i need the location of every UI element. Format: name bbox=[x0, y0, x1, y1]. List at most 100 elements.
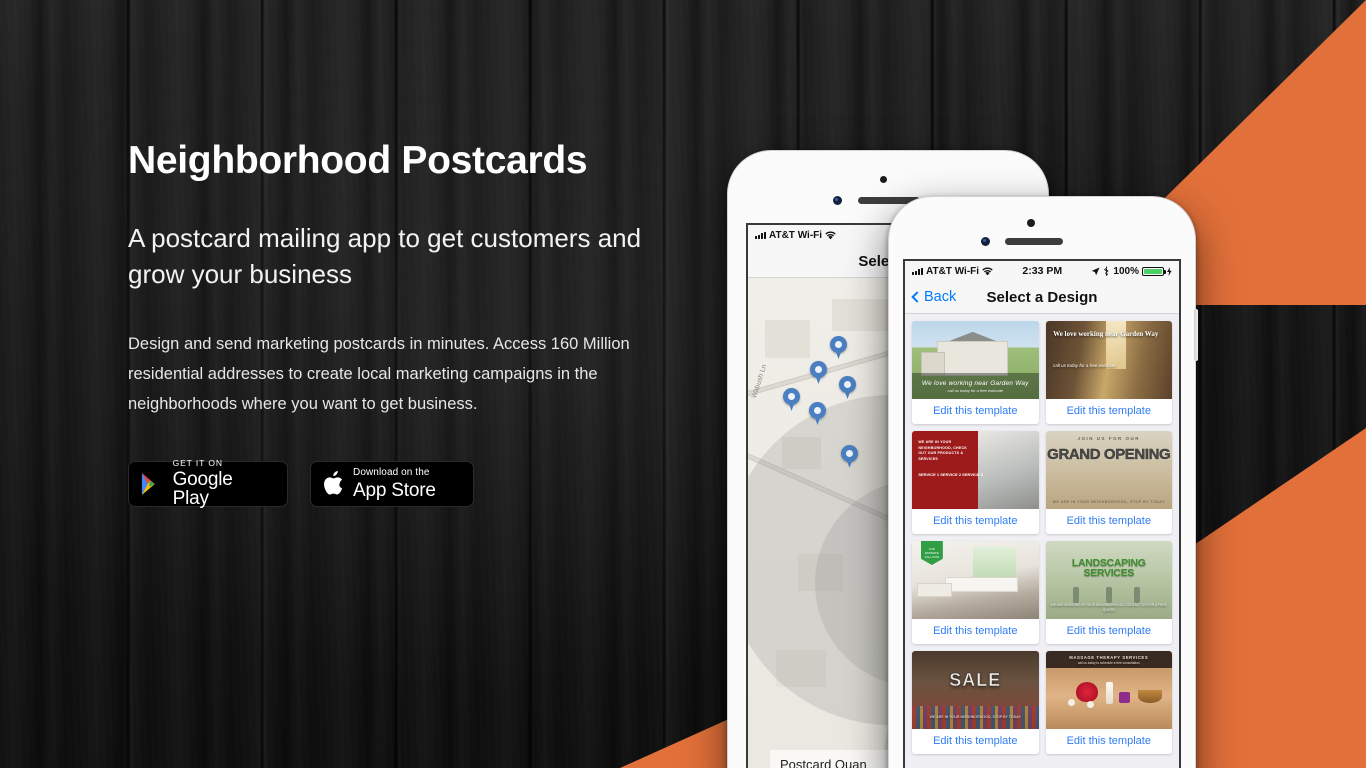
map-pin[interactable] bbox=[830, 336, 847, 359]
phone-mockup-front: AT&T Wi-Fi 2:33 PM 100% Back Select a De… bbox=[888, 196, 1198, 768]
status-bar-front: AT&T Wi-Fi 2:33 PM 100% bbox=[905, 261, 1179, 281]
hero-body-text: Design and send marketing postcards in m… bbox=[128, 334, 630, 413]
map-pin[interactable] bbox=[809, 402, 826, 425]
template-overlay-bottom: WE ARE IN YOUR NEIGHBORHOOD, STOP BY TOD… bbox=[1052, 499, 1165, 504]
signal-bars-icon bbox=[912, 267, 923, 275]
template-overlay-line1: We love working near Garden Way bbox=[921, 379, 1029, 387]
template-card[interactable]: SALE WE ARE IN YOUR NEIGHBORHOOD, STOP B… bbox=[912, 651, 1039, 754]
template-card[interactable]: We love working near Garden Way call us … bbox=[1045, 321, 1173, 424]
landscaping-figure bbox=[1134, 587, 1141, 604]
phone-front-screen: AT&T Wi-Fi 2:33 PM 100% Back Select a De… bbox=[903, 259, 1181, 768]
house-body-shape bbox=[937, 341, 1009, 376]
template-overlay-bottom: WE ARE IN YOUR NEIGHBORHOOD, STOP BY TOD… bbox=[929, 715, 1021, 720]
front-camera-icon bbox=[981, 237, 990, 246]
template-card[interactable]: WE ARE IN YOUR NEIGHBORHOOD, CHECK OUT O… bbox=[912, 431, 1039, 534]
massage-bowl-shape bbox=[1137, 690, 1162, 703]
edit-template-link[interactable]: Edit this template bbox=[1046, 619, 1173, 644]
proximity-sensor-icon bbox=[1027, 219, 1035, 227]
map-pin[interactable] bbox=[841, 445, 858, 468]
template-card[interactable]: FOR ESTIMATE CALL NOW Edit this template bbox=[912, 541, 1039, 644]
app-store-text: Download on the App Store bbox=[353, 466, 436, 501]
interior-window-shape bbox=[972, 547, 1016, 580]
map-pin[interactable] bbox=[810, 361, 827, 384]
template-overlay-main: GRAND OPENING bbox=[1047, 446, 1171, 464]
template-overlay-bottom: WE ARE WORKING IN YOUR NEIGHBORHOOD, CON… bbox=[1050, 602, 1167, 612]
template-thumbnail: We love working near Garden Way call us … bbox=[912, 321, 1039, 399]
edit-template-link[interactable]: Edit this template bbox=[1046, 399, 1173, 424]
template-overlay-main: LANDSCAPING SERVICES bbox=[1071, 557, 1146, 580]
template-card[interactable]: LANDSCAPING SERVICES WE ARE WORKING IN Y… bbox=[1045, 541, 1173, 644]
power-button[interactable] bbox=[1194, 309, 1198, 361]
massage-stone-shape bbox=[1068, 699, 1076, 707]
edit-template-link[interactable]: Edit this template bbox=[1046, 509, 1173, 534]
nav-bar-front: Back Select a Design bbox=[905, 281, 1179, 314]
google-play-icon bbox=[141, 472, 155, 495]
template-overlay-band: We love working near Garden Way call us … bbox=[912, 373, 1039, 399]
app-store-badge[interactable]: Download on the App Store bbox=[310, 460, 474, 507]
proximity-sensor-icon bbox=[880, 176, 887, 183]
map-pin[interactable] bbox=[839, 376, 856, 399]
page-title: Neighborhood Postcards bbox=[128, 139, 588, 182]
edit-template-link[interactable]: Edit this template bbox=[912, 509, 1039, 534]
bluetooth-icon bbox=[1104, 266, 1109, 276]
edit-template-link[interactable]: Edit this template bbox=[912, 619, 1039, 644]
status-left-front: AT&T Wi-Fi bbox=[912, 266, 993, 277]
google-play-badge[interactable]: GET IT ON Google Play bbox=[128, 457, 288, 510]
landscaping-figure bbox=[1073, 587, 1080, 604]
interior-counter-shape bbox=[944, 576, 1019, 593]
massage-stone-shape bbox=[1087, 700, 1095, 708]
status-right-front: 100% bbox=[1091, 266, 1172, 277]
signal-bars-icon bbox=[755, 231, 766, 239]
template-thumbnail: WE ARE IN YOUR NEIGHBORHOOD, CHECK OUT O… bbox=[912, 431, 1039, 509]
template-overlay-line2: call us today for a free estimate bbox=[1053, 363, 1116, 369]
charging-bolt-icon bbox=[1167, 266, 1172, 276]
front-camera-icon bbox=[833, 196, 842, 205]
edit-template-link[interactable]: Edit this template bbox=[912, 399, 1039, 424]
battery-percent-label: 100% bbox=[1113, 265, 1139, 277]
template-thumbnail: JOIN US FOR OUR GRAND OPENING WE ARE IN … bbox=[1045, 431, 1172, 509]
edit-template-link[interactable]: Edit this template bbox=[912, 729, 1039, 754]
template-thumbnail: MASSAGE THERAPY SERVICES call us today t… bbox=[1045, 651, 1172, 729]
massage-votive-shape bbox=[1118, 692, 1130, 704]
template-overlay-line1: We love working near Garden Way bbox=[1053, 330, 1159, 339]
interior-table-shape bbox=[917, 583, 953, 598]
apple-logo-icon bbox=[324, 471, 343, 495]
google-play-big-label: Google Play bbox=[172, 469, 233, 510]
template-overlay-top: MASSAGE THERAPY SERVICES bbox=[1069, 654, 1149, 660]
edit-template-link[interactable]: Edit this template bbox=[1046, 729, 1173, 754]
template-thumbnail: We love working near Garden Way call us … bbox=[1045, 321, 1172, 399]
template-thumbnail: SALE WE ARE IN YOUR NEIGHBORHOOD, STOP B… bbox=[912, 651, 1039, 729]
chevron-left-icon bbox=[911, 291, 923, 303]
template-card[interactable]: JOIN US FOR OUR GRAND OPENING WE ARE IN … bbox=[1045, 431, 1173, 534]
template-overlay-main: SALE bbox=[949, 669, 1002, 690]
back-button[interactable]: Back bbox=[911, 289, 957, 305]
template-grid[interactable]: We love working near Garden Way call us … bbox=[905, 314, 1179, 768]
landscaping-figure bbox=[1106, 587, 1113, 604]
massage-candle-shape bbox=[1106, 682, 1114, 705]
hero-subhead: A postcard mailing app to get customers … bbox=[128, 222, 642, 289]
template-thumbnail: FOR ESTIMATE CALL NOW bbox=[912, 541, 1039, 619]
template-overlay-line1: WE ARE IN YOUR NEIGHBORHOOD, CHECK OUT O… bbox=[918, 440, 968, 461]
template-thumbnail: LANDSCAPING SERVICES WE ARE WORKING IN Y… bbox=[1045, 541, 1172, 619]
template-overlay-line2: call us today for a free estimate bbox=[947, 387, 1004, 393]
back-button-label: Back bbox=[924, 289, 957, 305]
wifi-icon bbox=[982, 267, 993, 275]
template-card[interactable]: We love working near Garden Way call us … bbox=[912, 321, 1039, 424]
location-arrow-icon bbox=[1092, 266, 1100, 275]
template-overlay-top: JOIN US FOR OUR bbox=[1077, 436, 1140, 442]
store-badges: GET IT ON Google Play Download on the Ap… bbox=[128, 457, 688, 510]
template-overlay-sub: call us today to schedule a free consult… bbox=[1077, 661, 1140, 666]
map-block bbox=[832, 299, 888, 332]
art-grand-opening bbox=[1045, 431, 1172, 509]
app-store-big-label: App Store bbox=[353, 479, 436, 501]
earpiece-speaker bbox=[1005, 238, 1063, 245]
google-play-small-label: GET IT ON bbox=[172, 457, 223, 468]
carrier-label-front: AT&T Wi-Fi bbox=[926, 265, 980, 277]
map-block bbox=[764, 320, 810, 358]
wifi-icon bbox=[825, 231, 836, 239]
app-store-small-label: Download on the bbox=[353, 466, 430, 478]
carrier-label-back: AT&T Wi-Fi bbox=[769, 229, 823, 241]
status-clock: 2:33 PM bbox=[1022, 265, 1063, 277]
map-pin[interactable] bbox=[783, 388, 800, 411]
template-card[interactable]: MASSAGE THERAPY SERVICES call us today t… bbox=[1045, 651, 1173, 754]
